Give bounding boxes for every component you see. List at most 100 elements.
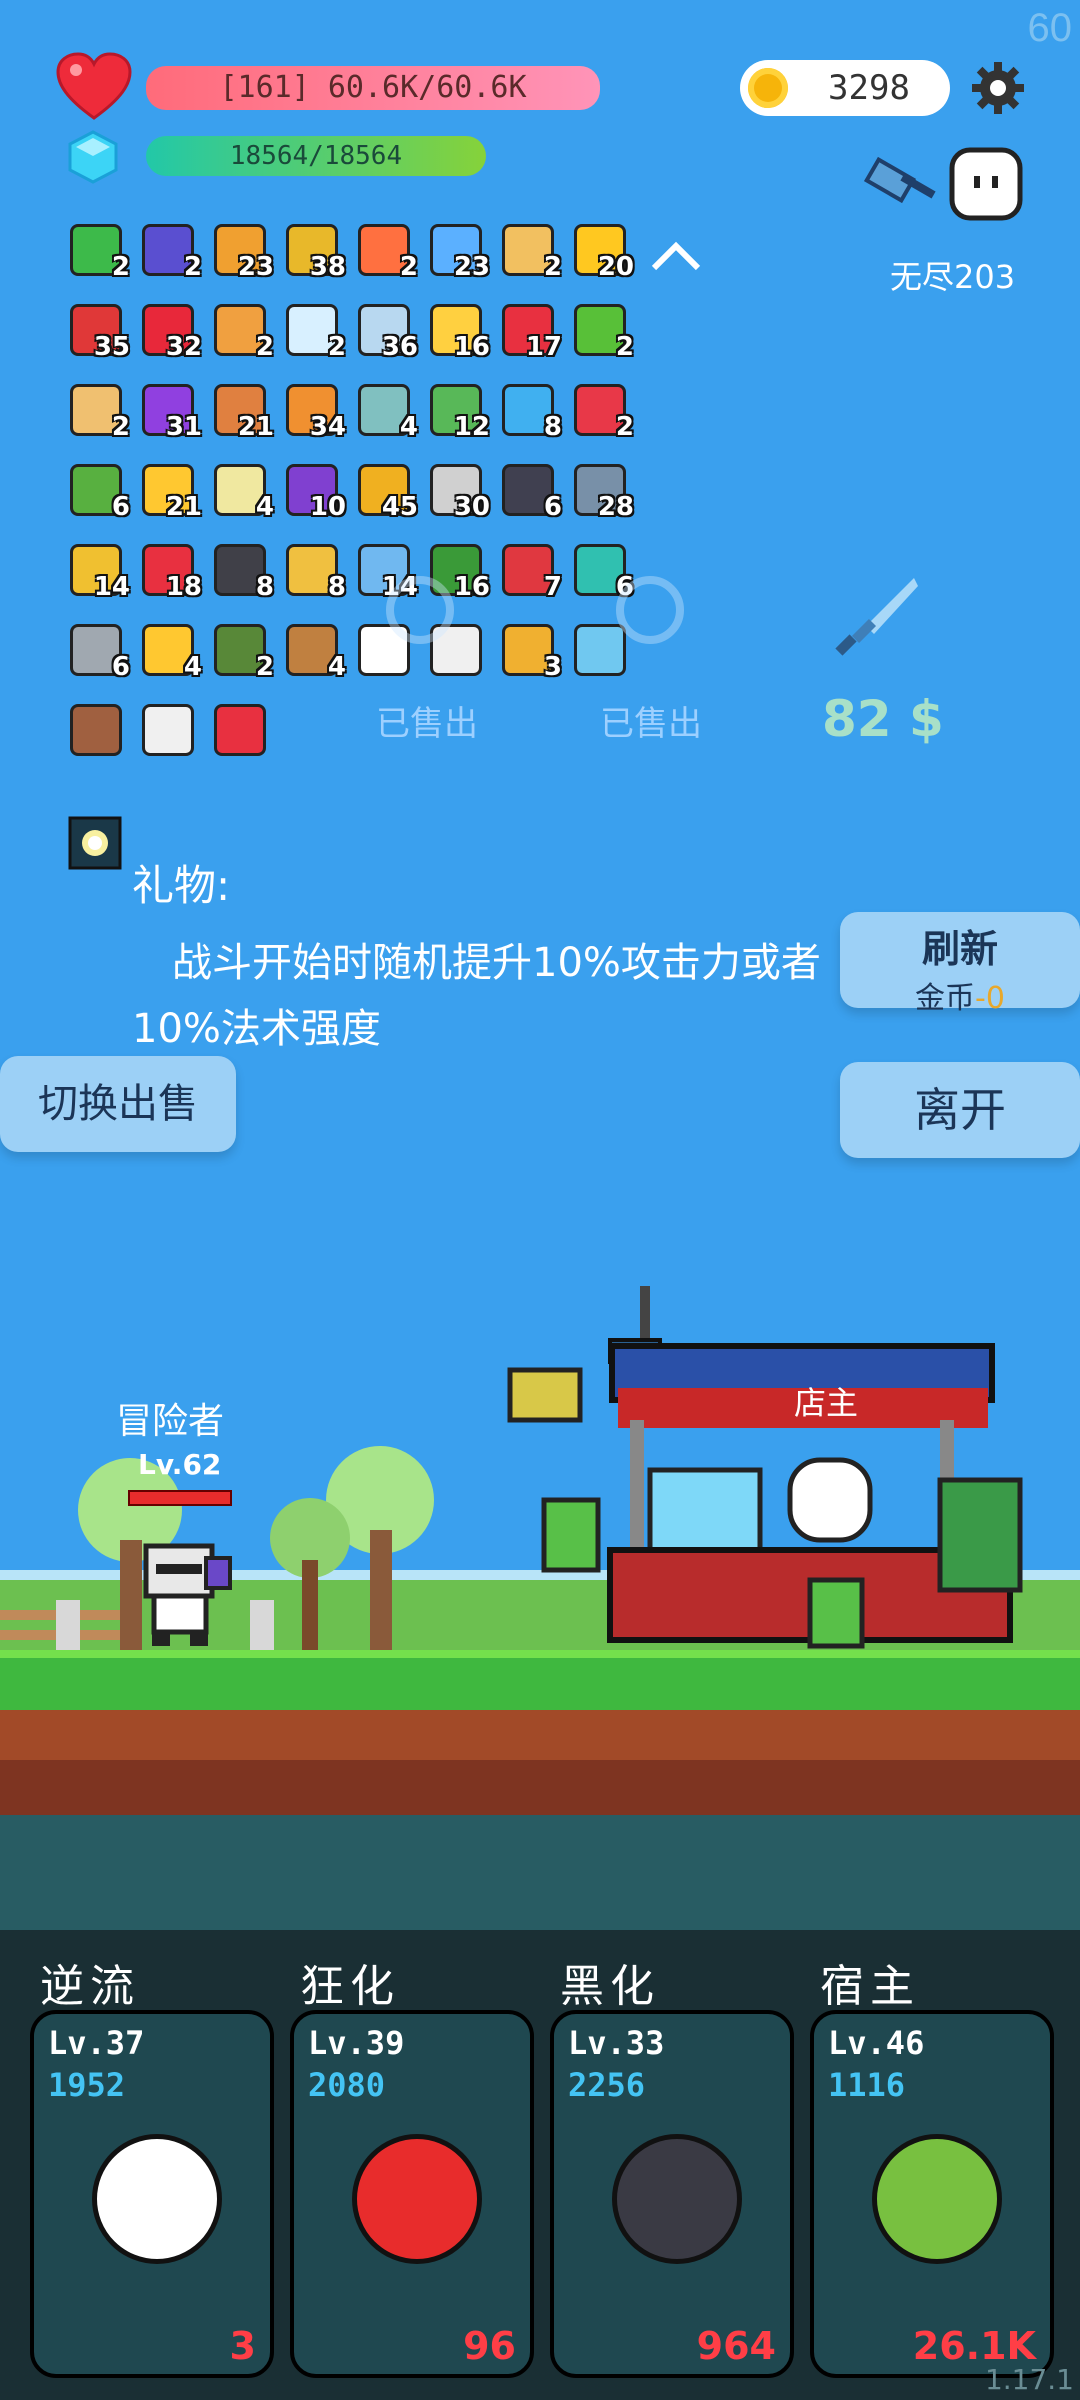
inventory-item[interactable]: 7 (498, 538, 562, 602)
inventory-item[interactable]: 23 (210, 218, 274, 282)
inventory-item[interactable]: 6 (66, 458, 130, 522)
sold-ring-icon (380, 570, 460, 650)
adventurer-hp-bar (128, 1490, 232, 1506)
item-count: 17 (525, 332, 562, 362)
item-count: 12 (453, 412, 490, 442)
item-count: 35 (93, 332, 130, 362)
inventory-item[interactable]: 35 (66, 298, 130, 362)
inventory-item[interactable]: 2 (138, 218, 202, 282)
collapse-chevron-icon[interactable] (648, 236, 704, 276)
inventory-item[interactable]: 8 (210, 538, 274, 602)
inventory-item[interactable]: 8 (498, 378, 562, 442)
inventory-item[interactable]: 17 (498, 298, 562, 362)
inventory-item[interactable]: 4 (282, 618, 346, 682)
heart-icon (56, 52, 132, 122)
item-count: 16 (453, 332, 490, 362)
item-count: 45 (381, 492, 418, 522)
item-count: 7 (543, 572, 562, 602)
item-count: 2 (615, 332, 634, 362)
item-count: 30 (453, 492, 490, 522)
axe-icon[interactable] (863, 148, 944, 218)
inventory-item[interactable]: 2 (570, 298, 634, 362)
inventory-item[interactable]: 3 (498, 618, 562, 682)
skill-power: 1952 (48, 2066, 126, 2104)
refresh-title: 刷新 (921, 927, 998, 971)
inventory-item[interactable] (66, 698, 130, 762)
inventory-item[interactable]: 2 (210, 618, 274, 682)
hp-text: [161] 60.6K/60.6K (219, 70, 527, 105)
skill-card[interactable]: Lv.46 1116 26.1K (810, 2010, 1054, 2378)
inventory-item[interactable]: 4 (138, 618, 202, 682)
inventory-item[interactable]: 6 (498, 458, 562, 522)
inventory-item[interactable]: 2 (498, 218, 562, 282)
sold-label-1: 已售出 (376, 704, 478, 744)
inventory-item[interactable]: 21 (138, 458, 202, 522)
inventory-item[interactable]: 2 (66, 378, 130, 442)
skill-level: Lv.39 (308, 2024, 405, 2062)
item-count: 14 (93, 572, 130, 602)
leave-button[interactable]: 离开 (840, 1062, 1080, 1158)
inventory-item[interactable]: 2 (570, 378, 634, 442)
red-splash-icon (352, 2134, 482, 2264)
version-label: 1.17.1 (984, 2363, 1074, 2396)
inventory-item[interactable]: 4 (354, 378, 418, 442)
inventory-item[interactable]: 21 (210, 378, 274, 442)
inventory-item[interactable]: 12 (426, 378, 490, 442)
sold-label-2: 已售出 (600, 704, 702, 744)
inventory-item[interactable]: 32 (138, 298, 202, 362)
inventory-item[interactable]: 38 (282, 218, 346, 282)
inventory-item[interactable]: 10 (282, 458, 346, 522)
inventory-item[interactable]: 23 (426, 218, 490, 282)
price-label: 82 $ (822, 690, 944, 748)
inventory-item[interactable]: 20 (570, 218, 634, 282)
skill-name: 宿主 (820, 1961, 920, 2012)
inventory-item[interactable]: 28 (570, 458, 634, 522)
skill-count: 3 (229, 2324, 256, 2368)
dagger-icon[interactable] (826, 570, 922, 666)
skill-card[interactable]: Lv.33 2256 964 (550, 2010, 794, 2378)
inventory-item[interactable]: 2 (210, 298, 274, 362)
settings-gear-icon[interactable] (968, 58, 1028, 118)
inventory-item[interactable] (210, 698, 274, 762)
inventory-item[interactable]: 36 (354, 298, 418, 362)
round-shield-icon (70, 704, 122, 756)
inventory-item[interactable]: 8 (282, 538, 346, 602)
adventurer-knight (130, 1540, 240, 1650)
adventurer-name: 冒险者 (116, 1401, 225, 1442)
inventory-item[interactable]: 16 (426, 298, 490, 362)
ghost-icon[interactable] (948, 146, 1024, 222)
item-count: 2 (615, 412, 634, 442)
refresh-button[interactable]: 刷新 金币-0 (840, 912, 1080, 1016)
mana-text: 18564/18564 (229, 141, 403, 171)
skill-card[interactable]: Lv.39 2080 96 (290, 2010, 534, 2378)
inventory-item[interactable]: 2 (354, 218, 418, 282)
item-count: 2 (183, 252, 202, 282)
item-count: 3 (543, 652, 562, 682)
inventory-item[interactable]: 2 (66, 218, 130, 282)
item-count: 8 (255, 572, 274, 602)
ground-dirt-dark (0, 1760, 1080, 1815)
item-count: 4 (327, 652, 346, 682)
item-count: 2 (255, 332, 274, 362)
inventory-item[interactable]: 4 (210, 458, 274, 522)
item-count: 21 (165, 492, 202, 522)
item-count: 2 (111, 412, 130, 442)
skill-level: Lv.46 (828, 2024, 925, 2062)
inventory-item[interactable]: 45 (354, 458, 418, 522)
inventory-item[interactable]: 30 (426, 458, 490, 522)
inventory-item[interactable]: 34 (282, 378, 346, 442)
skill-level: Lv.37 (48, 2024, 145, 2062)
inventory-item[interactable] (138, 698, 202, 762)
inventory-item[interactable]: 2 (282, 298, 346, 362)
inventory-item[interactable]: 6 (66, 618, 130, 682)
coin-icon (748, 68, 788, 108)
inventory-item[interactable]: 14 (66, 538, 130, 602)
underground-water (0, 1815, 1080, 1935)
skill-name: 狂化 (300, 1961, 400, 2012)
skill-card[interactable]: Lv.37 1952 3 (30, 2010, 274, 2378)
inventory-item[interactable]: 31 (138, 378, 202, 442)
skill-name: 黑化 (560, 1961, 660, 2012)
item-count: 4 (183, 652, 202, 682)
switch-sell-button[interactable]: 切换出售 (0, 1056, 236, 1152)
inventory-item[interactable]: 18 (138, 538, 202, 602)
